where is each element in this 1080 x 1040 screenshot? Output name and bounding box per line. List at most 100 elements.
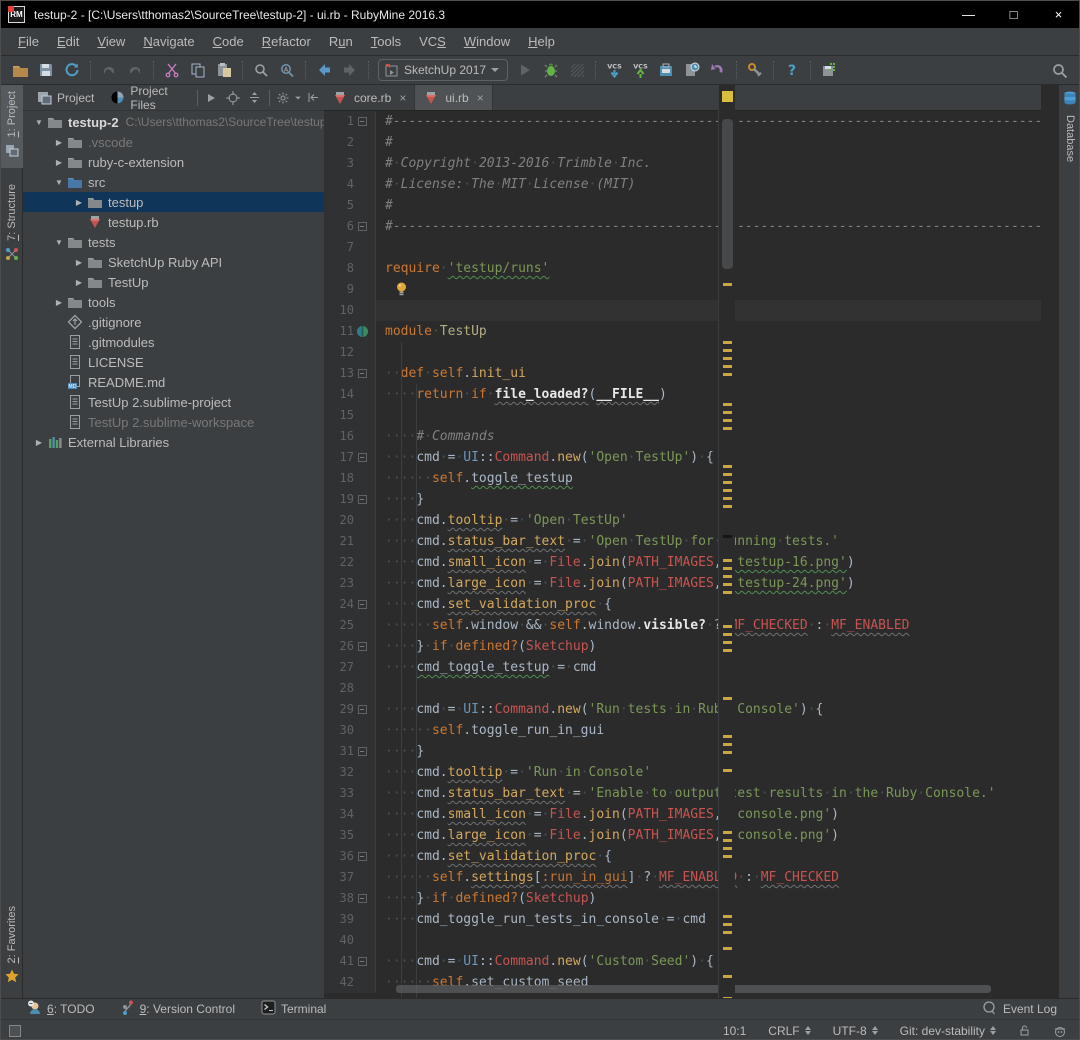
editor-gutter[interactable]: 17− [324,447,376,468]
warning-stripe-mark[interactable] [723,427,732,430]
editor-gutter[interactable]: 40 [324,930,376,951]
fold-marker[interactable]: − [354,894,370,903]
editor-gutter[interactable]: 29− [324,699,376,720]
history-button[interactable] [680,58,704,82]
editor-gutter[interactable]: 8 [324,258,376,279]
warning-stripe-mark[interactable] [723,349,732,352]
editor-gutter[interactable]: 24− [324,594,376,615]
tool-window-button-favorites[interactable]: 2: Favorites [1,900,23,994]
editor-gutter[interactable]: 5 [324,195,376,216]
fold-collapse-icon[interactable]: − [358,600,367,609]
fold-end-icon[interactable]: − [358,495,367,504]
menu-view[interactable]: View [88,30,134,53]
expanded-arrow-icon[interactable]: ▼ [51,238,67,247]
fold-marker[interactable]: − [354,495,370,504]
tree-item[interactable]: .gitignore [23,312,324,332]
menu-vcs[interactable]: VCS [410,30,455,53]
cut-button[interactable] [160,58,184,82]
tree-item[interactable]: TestUp 2.sublime-project [23,392,324,412]
inspection-status-square[interactable] [722,91,733,102]
editor-gutter[interactable]: 16 [324,426,376,447]
menu-refactor[interactable]: Refactor [253,30,320,53]
editor-gutter[interactable]: 13− [324,363,376,384]
warning-stripe-mark[interactable] [723,505,732,508]
tool-window-button-terminal[interactable]: Terminal [261,1000,326,1018]
fold-marker[interactable]: − [354,747,370,756]
fold-collapse-icon[interactable]: − [358,852,367,861]
tree-item[interactable]: ▼tests [23,232,324,252]
menu-window[interactable]: Window [455,30,519,53]
tree-item[interactable]: ▶External Libraries [23,432,324,452]
fold-collapse-icon[interactable]: − [358,705,367,714]
fold-marker[interactable]: − [354,117,370,126]
tree-item[interactable]: ▶SketchUp Ruby API [23,252,324,272]
fold-end-icon[interactable]: − [358,642,367,651]
help-button[interactable]: ? [780,58,804,82]
editor-gutter[interactable]: 22 [324,552,376,573]
warning-stripe-mark[interactable] [723,735,732,738]
tree-item[interactable]: LICENSE [23,352,324,372]
copy-button[interactable] [186,58,210,82]
tool-window-button-database[interactable]: Database [1059,85,1080,168]
collapsed-arrow-icon[interactable]: ▶ [51,158,67,167]
editor-gutter[interactable]: 10 [324,300,376,321]
menu-help[interactable]: Help [519,30,564,53]
warning-stripe-mark[interactable] [723,975,732,978]
editor-gutter[interactable]: 26− [324,636,376,657]
editor-gutter[interactable]: 15 [324,405,376,426]
show-changes-button[interactable] [654,58,678,82]
tree-item[interactable]: ▶tools [23,292,324,312]
editor-gutter[interactable]: 3 [324,153,376,174]
debug-button[interactable] [539,58,563,82]
line-separator-selector[interactable]: CRLF [768,1024,810,1038]
rollback-button[interactable] [706,58,730,82]
fold-collapse-icon[interactable]: − [358,117,367,126]
editor-gutter[interactable]: 41− [324,951,376,972]
module-gutter-icon[interactable] [354,325,370,338]
warning-stripe-mark[interactable] [723,641,732,644]
warning-stripe-mark[interactable] [723,575,732,578]
run-configuration-selector[interactable]: SketchUp 2017 [378,59,508,81]
editor-gutter[interactable]: 23 [324,573,376,594]
export-button[interactable] [817,58,841,82]
editor-gutter[interactable]: 28 [324,678,376,699]
readonly-lock-icon[interactable] [1018,1024,1031,1037]
menu-run[interactable]: Run [320,30,362,53]
forward-button[interactable] [338,58,362,82]
editor-gutter[interactable]: 21 [324,531,376,552]
warning-stripe-mark[interactable] [723,497,732,500]
menu-navigate[interactable]: Navigate [134,30,203,53]
tree-item[interactable]: ▶testup [23,192,324,212]
warning-stripe-mark[interactable] [723,419,732,422]
save-all-button[interactable] [34,58,58,82]
find-button[interactable] [249,58,273,82]
warning-stripe-mark[interactable] [723,743,732,746]
editor-tab-core-rb[interactable]: core.rb× [324,85,415,110]
expand-tabs-button[interactable] [203,89,219,107]
editor-gutter[interactable]: 1− [324,111,376,132]
fold-collapse-icon[interactable]: − [358,957,367,966]
editor-gutter[interactable]: 33 [324,783,376,804]
fold-marker[interactable]: − [354,642,370,651]
caret-position[interactable]: 10:1 [723,1024,746,1038]
encoding-selector[interactable]: UTF-8 [833,1024,878,1038]
tree-item[interactable]: ▶.vscode [23,132,324,152]
hector-inspections-icon[interactable] [1053,1024,1067,1038]
fold-marker[interactable]: − [354,957,370,966]
editor-gutter[interactable]: 34 [324,804,376,825]
warning-stripe-mark[interactable] [723,923,732,926]
undo-button[interactable] [97,58,121,82]
event-log-button[interactable]: Event Log [982,1001,1057,1018]
fold-collapse-icon[interactable]: − [358,369,367,378]
intention-bulb-icon[interactable] [396,282,407,297]
vcs-update-button[interactable]: VCS [602,58,626,82]
editor-gutter[interactable]: 14 [324,384,376,405]
paste-button[interactable] [212,58,236,82]
warning-stripe-mark[interactable] [723,591,732,594]
warning-stripe-mark[interactable] [723,831,732,834]
fold-collapse-icon[interactable]: − [358,453,367,462]
tree-item[interactable]: .gitmodules [23,332,324,352]
editor-gutter[interactable]: 31− [324,741,376,762]
tool-window-button-vcs[interactable]: 9: Version Control [121,1000,235,1018]
git-branch-selector[interactable]: Git: dev-stability [900,1024,996,1038]
